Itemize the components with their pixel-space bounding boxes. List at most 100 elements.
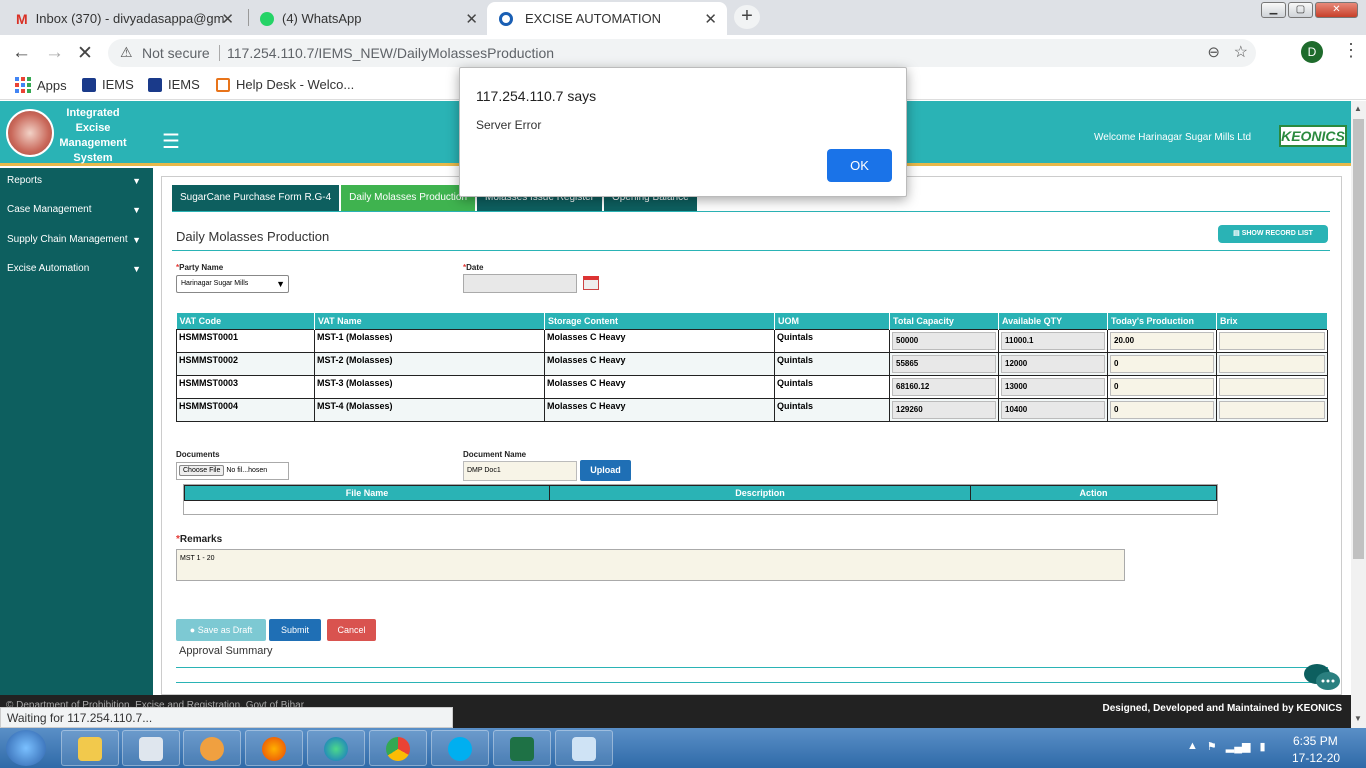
bookmark-iems-2[interactable]: IEMS [148,77,200,92]
welcome-text: Welcome Harinagar Sugar Mills Ltd [1094,132,1252,143]
sidebar-item-label: Case Management [7,204,92,215]
sidebar-item-case-management[interactable]: Case Management ▼ [0,199,153,221]
brix-input[interactable] [1219,331,1325,350]
document-name-input[interactable]: DMP Doc1 [463,461,577,481]
production-input[interactable]: 0 [1110,400,1214,419]
table-row: HSMMST0002 MST-2 (Molasses) Molasses C H… [176,351,1328,376]
main-panel: SugarCane Purchase Form R.G-4 Daily Mola… [161,176,1342,695]
chat-icon[interactable] [1303,662,1341,692]
alert-title: 117.254.110.7 says [476,88,597,104]
scroll-up-icon[interactable]: ▲ [1354,104,1362,113]
vat-name-cell: MST-1 (Molasses) [314,328,545,353]
available-qty-field: 12000 [1001,354,1105,373]
browser-menu-icon[interactable]: ⋮ [1342,40,1360,61]
zoom-icon[interactable]: ⊖ [1207,43,1220,61]
document-name-label: Document Name [463,450,527,459]
production-input[interactable]: 0 [1110,354,1214,373]
select-value: Harinagar Sugar Mills [181,280,249,287]
capacity-field: 50000 [892,331,996,350]
calendar-icon[interactable] [583,276,599,290]
tab-excise-automation[interactable]: EXCISE AUTOMATION ✕ [487,2,727,35]
uom-cell: Quintals [774,351,890,376]
bookmark-apps[interactable]: Apps [15,77,67,93]
clock-time[interactable]: 6:35 PM [1293,734,1338,748]
button-label: SHOW RECORD LIST [1241,230,1313,237]
tab-whatsapp[interactable]: (4) WhatsApp ✕ [248,2,488,35]
remarks-textarea[interactable]: MST 1 - 20 [176,549,1125,581]
new-tab-button[interactable]: + [734,5,760,29]
show-record-list-button[interactable]: ▤ SHOW RECORD LIST [1218,225,1328,243]
storage-cell: Molasses C Heavy [544,328,775,353]
tab-daily-molasses[interactable]: Daily Molasses Production [341,185,475,211]
maximize-button[interactable]: ▢ [1288,2,1313,18]
network-icon[interactable]: ▂▄▆ [1226,740,1251,753]
upload-button[interactable]: Upload [580,460,631,481]
party-name-select[interactable]: Harinagar Sugar Mills ▼ [176,275,289,293]
tab-gmail[interactable]: M Inbox (370) - divyadasappa@gm ✕ [4,2,244,35]
taskbar-file-explorer[interactable] [61,730,119,766]
whatsapp-icon [260,11,274,26]
bookmark-star-icon[interactable]: ☆ [1234,42,1248,62]
remarks-label: *Remarks [176,534,223,545]
taskbar-edge[interactable] [307,730,365,766]
window-close-button[interactable]: ✕ [1315,2,1358,18]
taskbar-excel[interactable] [493,730,551,766]
forward-icon[interactable]: → [45,42,64,64]
taskbar-skype[interactable] [431,730,489,766]
production-input[interactable]: 20.00 [1110,331,1214,350]
sidebar-item-reports[interactable]: Reports ▼ [0,170,153,192]
ok-button[interactable]: OK [827,149,892,182]
brix-input[interactable] [1219,377,1325,396]
choose-file-button[interactable]: Choose File [179,465,225,476]
browser-tab-bar: M Inbox (370) - divyadasappa@gm ✕ (4) Wh… [0,0,1366,35]
submit-button[interactable]: Submit [269,619,321,641]
taskbar-firefox[interactable] [245,730,303,766]
taskbar-media-center[interactable] [122,730,180,766]
back-icon[interactable]: ← [12,42,31,64]
production-input[interactable]: 0 [1110,377,1214,396]
date-label: *Date [463,263,484,272]
scroll-thumb[interactable] [1353,119,1364,559]
bookmark-iems-1[interactable]: IEMS [82,77,134,92]
close-icon[interactable]: ✕ [221,10,234,28]
cancel-button[interactable]: Cancel [327,619,376,641]
url-text[interactable]: 117.254.110.7/IEMS_NEW/DailyMolassesProd… [227,45,554,61]
storage-cell: Molasses C Heavy [544,374,775,399]
save-draft-button[interactable]: ● Save as Draft [176,619,266,641]
show-hidden-icons[interactable]: ▲ [1187,740,1198,753]
security-label[interactable]: Not secure [142,45,210,61]
taskbar-media-player[interactable] [183,730,241,766]
close-icon[interactable]: ✕ [704,10,717,28]
battery-icon[interactable]: ▮ [1259,740,1265,753]
brix-input[interactable] [1219,400,1325,419]
close-icon[interactable]: ✕ [465,10,478,28]
alert-dialog: 117.254.110.7 says Server Error OK [459,67,907,197]
footer-credit: Designed, Developed and Maintained by KE… [1102,703,1343,714]
alert-message: Server Error [476,118,542,132]
brix-input[interactable] [1219,354,1325,373]
documents-label: Documents [176,450,220,459]
date-input[interactable] [463,274,577,293]
profile-avatar[interactable]: D [1301,41,1323,63]
sidebar-item-supply-chain[interactable]: Supply Chain Management ▼ [0,229,153,251]
start-button[interactable] [6,730,46,766]
tab-sugarcane-purchase[interactable]: SugarCane Purchase Form R.G-4 [172,185,340,211]
warning-icon[interactable]: ⚠ [120,44,133,61]
page-scrollbar[interactable]: ▲ ▼ [1351,101,1366,728]
approval-summary-label: Approval Summary [179,645,273,657]
url-input[interactable]: ⚠ Not secure 117.254.110.7/IEMS_NEW/Dail… [108,39,1256,67]
sidebar-item-excise-automation[interactable]: Excise Automation ▼ [0,258,153,280]
minimize-button[interactable]: ▁ [1261,2,1286,18]
emblem-logo [6,109,54,157]
flag-icon[interactable]: ⚑ [1207,740,1217,753]
bookmark-help-desk[interactable]: Help Desk - Welco... [216,77,354,92]
stop-icon[interactable]: ✕ [77,42,93,65]
taskbar-chrome[interactable] [369,730,427,766]
clock-date[interactable]: 17-12-20 [1292,751,1340,765]
file-input[interactable]: Choose File No fil...hosen [176,462,289,480]
caret-down-icon: ▼ [132,264,141,274]
taskbar-paint[interactable] [555,730,613,766]
sidebar-item-label: Reports [7,175,43,186]
scroll-down-icon[interactable]: ▼ [1354,714,1362,723]
hamburger-menu-icon[interactable]: ☰ [162,129,180,154]
